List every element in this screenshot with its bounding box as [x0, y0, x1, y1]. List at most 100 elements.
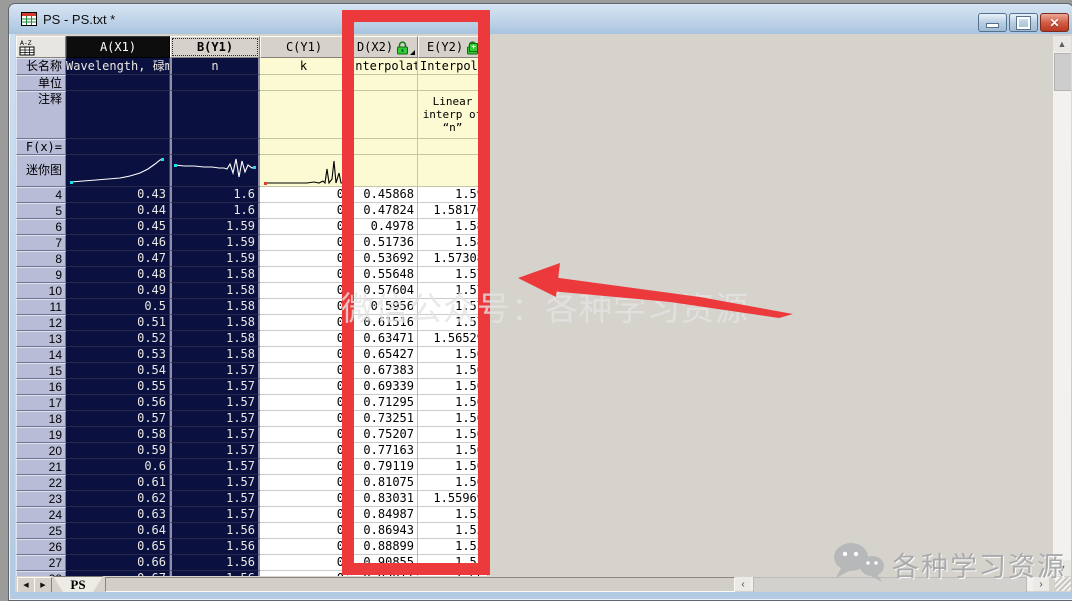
- row-number[interactable]: 6: [16, 219, 66, 235]
- cell-A25[interactable]: 0.64: [66, 523, 170, 539]
- cell-C26[interactable]: 0: [260, 539, 348, 555]
- column-header-B[interactable]: B(Y1): [170, 36, 260, 58]
- cell-C24[interactable]: 0: [260, 507, 348, 523]
- title-bar[interactable]: PS - PS.txt * ✕: [9, 4, 1072, 34]
- sheet-tab-ps[interactable]: PS: [53, 576, 103, 592]
- hscroll-left-button[interactable]: ‹: [735, 577, 751, 591]
- cell-A22[interactable]: 0.61: [66, 475, 170, 491]
- cell-B15[interactable]: 1.57: [170, 363, 260, 379]
- sparkline-A[interactable]: [66, 155, 170, 187]
- cell-A15[interactable]: 0.54: [66, 363, 170, 379]
- cell-C4[interactable]: 0: [260, 187, 348, 203]
- cell-C8[interactable]: 0: [260, 251, 348, 267]
- row-number[interactable]: 14: [16, 347, 66, 363]
- cell-C12[interactable]: 0: [260, 315, 348, 331]
- cell-B22[interactable]: 1.57: [170, 475, 260, 491]
- cell-A14[interactable]: 0.53: [66, 347, 170, 363]
- cell-C17[interactable]: 0: [260, 395, 348, 411]
- cell-C14[interactable]: 0: [260, 347, 348, 363]
- cell-B16[interactable]: 1.57: [170, 379, 260, 395]
- row-number[interactable]: 19: [16, 427, 66, 443]
- cell-C16[interactable]: 0: [260, 379, 348, 395]
- cell-B11[interactable]: 1.58: [170, 299, 260, 315]
- comments-C[interactable]: [260, 91, 348, 139]
- cell-B17[interactable]: 1.57: [170, 395, 260, 411]
- cell-B23[interactable]: 1.57: [170, 491, 260, 507]
- cell-B9[interactable]: 1.58: [170, 267, 260, 283]
- cell-A17[interactable]: 0.56: [66, 395, 170, 411]
- sparkline-C[interactable]: [260, 155, 348, 187]
- cell-A16[interactable]: 0.55: [66, 379, 170, 395]
- cell-C22[interactable]: 0: [260, 475, 348, 491]
- row-number[interactable]: 8: [16, 251, 66, 267]
- minimize-button[interactable]: [978, 13, 1007, 32]
- row-number[interactable]: 17: [16, 395, 66, 411]
- cell-B10[interactable]: 1.58: [170, 283, 260, 299]
- row-number[interactable]: 21: [16, 459, 66, 475]
- fx-C[interactable]: [260, 139, 348, 155]
- cell-A10[interactable]: 0.49: [66, 283, 170, 299]
- row-number[interactable]: 24: [16, 507, 66, 523]
- cell-B27[interactable]: 1.56: [170, 555, 260, 571]
- cell-C18[interactable]: 0: [260, 411, 348, 427]
- cell-C19[interactable]: 0: [260, 427, 348, 443]
- cell-A7[interactable]: 0.46: [66, 235, 170, 251]
- restore-button[interactable]: [1009, 13, 1038, 32]
- cell-B18[interactable]: 1.57: [170, 411, 260, 427]
- comments-A[interactable]: [66, 91, 170, 139]
- column-header-A[interactable]: A(X1): [66, 36, 170, 58]
- cell-A26[interactable]: 0.65: [66, 539, 170, 555]
- comments-B[interactable]: [170, 91, 260, 139]
- cell-A20[interactable]: 0.59: [66, 443, 170, 459]
- row-number[interactable]: 7: [16, 235, 66, 251]
- cell-B12[interactable]: 1.58: [170, 315, 260, 331]
- sheet-next-button[interactable]: ▶: [34, 577, 52, 592]
- cell-C7[interactable]: 0: [260, 235, 348, 251]
- units-C[interactable]: [260, 75, 348, 91]
- cell-C9[interactable]: 0: [260, 267, 348, 283]
- row-number[interactable]: 18: [16, 411, 66, 427]
- sparkline-B[interactable]: [170, 155, 260, 187]
- row-number[interactable]: 20: [16, 443, 66, 459]
- cell-B13[interactable]: 1.58: [170, 331, 260, 347]
- cell-B7[interactable]: 1.59: [170, 235, 260, 251]
- cell-B21[interactable]: 1.57: [170, 459, 260, 475]
- cell-C13[interactable]: 0: [260, 331, 348, 347]
- cell-A24[interactable]: 0.63: [66, 507, 170, 523]
- row-number[interactable]: 16: [16, 379, 66, 395]
- row-number[interactable]: 9: [16, 267, 66, 283]
- cell-A8[interactable]: 0.47: [66, 251, 170, 267]
- row-number[interactable]: 26: [16, 539, 66, 555]
- vertical-scrollbar[interactable]: ▲ ▼: [1053, 36, 1071, 576]
- units-B[interactable]: [170, 75, 260, 91]
- cell-C5[interactable]: 0: [260, 203, 348, 219]
- row-number[interactable]: 25: [16, 523, 66, 539]
- scroll-up-button[interactable]: ▲: [1053, 36, 1071, 52]
- cell-B5[interactable]: 1.6: [170, 203, 260, 219]
- cell-A5[interactable]: 0.44: [66, 203, 170, 219]
- cell-C23[interactable]: 0: [260, 491, 348, 507]
- long-name-C[interactable]: k: [260, 58, 348, 75]
- cell-A27[interactable]: 0.66: [66, 555, 170, 571]
- row-number[interactable]: 12: [16, 315, 66, 331]
- cell-B19[interactable]: 1.57: [170, 427, 260, 443]
- row-number[interactable]: 5: [16, 203, 66, 219]
- cell-A13[interactable]: 0.52: [66, 331, 170, 347]
- cell-C20[interactable]: 0: [260, 443, 348, 459]
- cell-C15[interactable]: 0: [260, 363, 348, 379]
- close-button[interactable]: ✕: [1040, 13, 1069, 32]
- cell-A19[interactable]: 0.58: [66, 427, 170, 443]
- cell-A9[interactable]: 0.48: [66, 267, 170, 283]
- cell-B25[interactable]: 1.56: [170, 523, 260, 539]
- cell-C11[interactable]: 0: [260, 299, 348, 315]
- cell-C6[interactable]: 0: [260, 219, 348, 235]
- cell-B8[interactable]: 1.59: [170, 251, 260, 267]
- row-number[interactable]: 10: [16, 283, 66, 299]
- select-all-corner[interactable]: A-Z: [16, 36, 66, 58]
- cell-B24[interactable]: 1.57: [170, 507, 260, 523]
- cell-C10[interactable]: 0: [260, 283, 348, 299]
- row-number[interactable]: 13: [16, 331, 66, 347]
- sheet-prev-button[interactable]: ◀: [17, 577, 35, 592]
- cell-A11[interactable]: 0.5: [66, 299, 170, 315]
- units-A[interactable]: [66, 75, 170, 91]
